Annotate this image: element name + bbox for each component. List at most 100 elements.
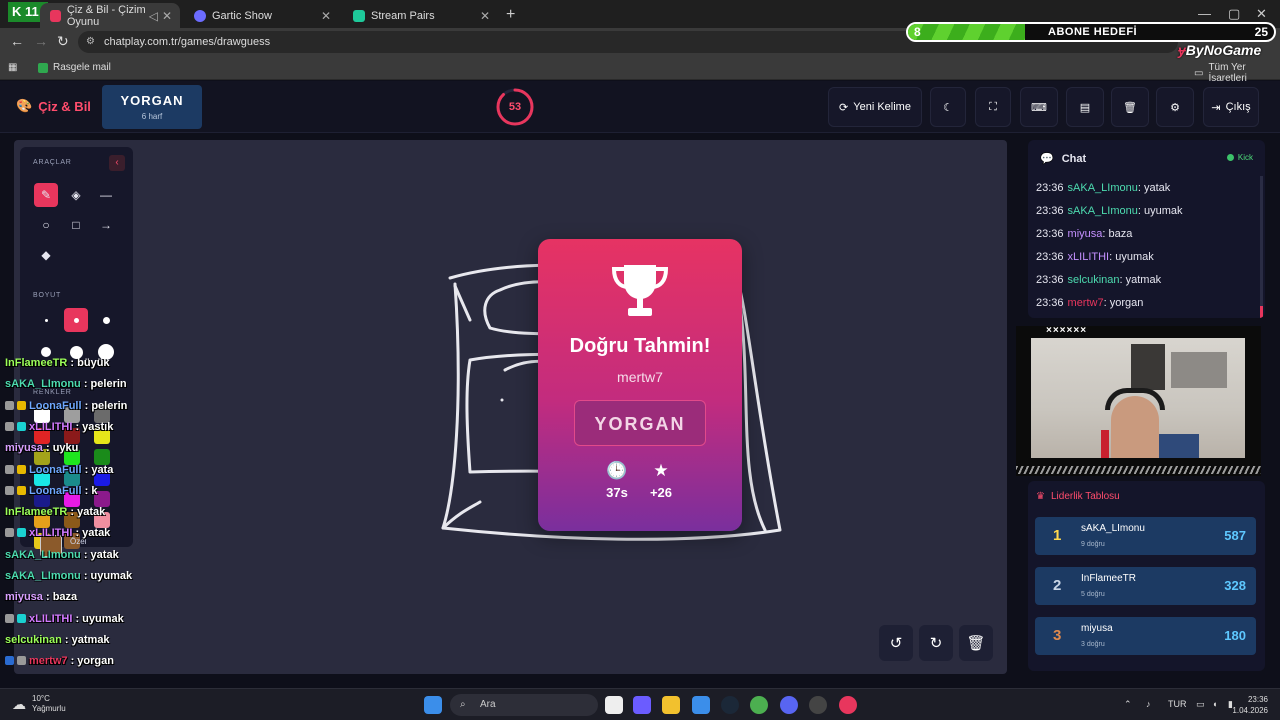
redo-button[interactable]: ↻ bbox=[919, 625, 953, 661]
microphone-tray-icon[interactable]: ♪ bbox=[1146, 699, 1151, 709]
arrow-tool[interactable]: → bbox=[94, 213, 118, 237]
overlay-text: : yatak bbox=[67, 506, 106, 519]
app-badge-count: 11 bbox=[25, 4, 39, 19]
store-icon[interactable] bbox=[692, 696, 710, 714]
scroll-thumb[interactable] bbox=[1260, 306, 1263, 318]
settings-button[interactable]: ⚙ bbox=[1156, 87, 1194, 127]
forward-icon[interactable]: → bbox=[34, 33, 48, 49]
player-score: 587 bbox=[1224, 528, 1246, 543]
chat-panel: 💬 Chat Kick 23:36 sAKA_LImonu: yatak 23:36… bbox=[1028, 140, 1265, 318]
mute-icon[interactable]: ◁ bbox=[149, 9, 158, 23]
windows-start-icon[interactable] bbox=[424, 696, 442, 714]
rank-number: 2 bbox=[1053, 577, 1062, 594]
message-user[interactable]: miyusa bbox=[1068, 228, 1103, 240]
message-user[interactable]: xLILITHI bbox=[1068, 251, 1110, 263]
correct-count: 9 doğru bbox=[1081, 541, 1105, 548]
maximize-icon[interactable]: ▢ bbox=[1228, 6, 1240, 22]
line-tool[interactable]: — bbox=[94, 183, 118, 207]
windows-taskbar: ☁ 10°C Yağmurlu ⌕ Ara ⌃ ♪ TUR ▭ ◖ ▮ 23:3… bbox=[0, 688, 1280, 720]
chat-scrollbar[interactable] bbox=[1260, 176, 1263, 318]
size-dot-icon bbox=[44, 318, 48, 322]
minimize-icon[interactable]: — bbox=[1198, 6, 1211, 21]
overlay-user: miyusa bbox=[5, 442, 43, 455]
task-view-icon[interactable] bbox=[605, 696, 623, 714]
obs-icon[interactable] bbox=[809, 696, 827, 714]
brand-logo[interactable]: 🎨 Çiz & Bil bbox=[16, 98, 91, 114]
tab-ciz-bil[interactable]: Çiz & Bil - Çizim Oyunu ◁ ✕ bbox=[40, 3, 180, 28]
overlay-user: miyusa bbox=[5, 591, 43, 604]
app-icon[interactable] bbox=[839, 696, 857, 714]
chat-message: 23:36 mertw7: yorgan bbox=[1036, 297, 1143, 309]
player-name: sAKA_LImonu bbox=[1081, 523, 1145, 534]
clock-time: 23:36 bbox=[1247, 695, 1268, 704]
back-icon[interactable]: ← bbox=[10, 33, 24, 49]
undo-button[interactable]: ↺ bbox=[879, 625, 913, 661]
user-badge-icon bbox=[5, 528, 14, 538]
file-explorer-icon[interactable] bbox=[662, 696, 680, 714]
user-badge-icon bbox=[17, 656, 26, 666]
chat-message: 23:36 sAKA_LImonu: uyumak bbox=[1036, 205, 1183, 217]
collapse-panel-button[interactable]: ‹ bbox=[109, 155, 125, 171]
tab-gartic-show[interactable]: Gartic Show ✕ bbox=[184, 3, 339, 28]
exit-button[interactable]: ⇥ Çıkış bbox=[1203, 87, 1259, 127]
discord-icon[interactable] bbox=[780, 696, 798, 714]
chrome-icon[interactable] bbox=[750, 696, 768, 714]
steam-icon[interactable] bbox=[721, 696, 739, 714]
overlay-chat-message: LoonaFull : yata bbox=[5, 464, 113, 476]
pen-tool[interactable]: ✎ bbox=[34, 183, 58, 207]
new-tab-icon[interactable]: + bbox=[506, 6, 515, 24]
fullscreen-button[interactable]: ⛶ bbox=[975, 87, 1011, 127]
tray-chevron-icon[interactable]: ⌃ bbox=[1124, 699, 1132, 710]
overlay-text: : k bbox=[81, 484, 98, 497]
player-name: miyusa bbox=[1081, 623, 1113, 634]
keyboard-button[interactable]: ⌨ bbox=[1020, 87, 1058, 127]
folder-icon: ▭ bbox=[1194, 67, 1204, 79]
clear-canvas-button[interactable]: 🗑 bbox=[959, 625, 993, 661]
copilot-icon[interactable] bbox=[633, 696, 651, 714]
correct-count: 3 doğru bbox=[1081, 641, 1105, 648]
system-clock[interactable]: 23:36 1.04.2026 bbox=[1232, 694, 1268, 716]
archive-button[interactable]: ▤ bbox=[1066, 87, 1104, 127]
volume-icon[interactable]: ◖ bbox=[1212, 699, 1217, 709]
rectangle-tool[interactable]: □ bbox=[64, 213, 88, 237]
overlay-user: LoonaFull bbox=[29, 484, 82, 497]
close-tab-icon[interactable]: ✕ bbox=[162, 9, 172, 23]
message-user[interactable]: sAKA_LImonu bbox=[1068, 205, 1138, 217]
fill-tool[interactable]: ◆ bbox=[34, 243, 58, 267]
close-window-icon[interactable]: ✕ bbox=[1256, 6, 1267, 22]
bookmark-favicon-icon bbox=[38, 62, 48, 73]
taskbar-search[interactable]: ⌕ Ara bbox=[450, 694, 598, 716]
overlay-chat-message: sAKA_LImonu : uyumak bbox=[5, 570, 132, 582]
size-small[interactable] bbox=[34, 308, 58, 332]
square-icon: □ bbox=[72, 218, 80, 232]
apps-grid-icon[interactable]: ▦ bbox=[8, 62, 17, 73]
message-text: : yorgan bbox=[1103, 297, 1144, 309]
chat-title: Chat bbox=[1061, 152, 1087, 165]
bookmark-rasgele-mail[interactable]: Rasgele mail bbox=[38, 62, 111, 73]
site-info-icon[interactable]: ⚙ bbox=[86, 31, 95, 53]
circle-tool[interactable]: ○ bbox=[34, 213, 58, 237]
rain-cloud-icon: ☁ bbox=[12, 696, 26, 712]
url-text: chatplay.com.tr/games/drawguess bbox=[104, 36, 271, 48]
tab-stream-pairs[interactable]: Stream Pairs ✕ bbox=[343, 3, 498, 28]
message-user[interactable]: selcukinan bbox=[1068, 274, 1120, 286]
size-medium[interactable] bbox=[64, 308, 88, 332]
eraser-tool[interactable]: ◈ bbox=[64, 183, 88, 207]
new-word-button[interactable]: ⟳ Yeni Kelime bbox=[828, 87, 922, 127]
network-icon[interactable]: ▭ bbox=[1196, 699, 1205, 710]
language-indicator[interactable]: TUR bbox=[1168, 699, 1187, 709]
user-badge-icon bbox=[5, 400, 14, 410]
clear-button[interactable]: 🗑 bbox=[1111, 87, 1149, 127]
overlay-chat-message: xLILITHI : uyumak bbox=[5, 613, 124, 625]
search-placeholder: Ara bbox=[480, 699, 496, 710]
current-word-box: YORGAN 6 harf bbox=[102, 85, 202, 129]
weather-widget[interactable]: ☁ 10°C Yağmurlu bbox=[12, 694, 66, 714]
message-user[interactable]: sAKA_LImonu bbox=[1068, 182, 1138, 194]
reload-icon[interactable]: ↻ bbox=[57, 33, 69, 50]
dark-mode-button[interactable]: ☾ bbox=[930, 87, 966, 127]
size-large[interactable] bbox=[94, 308, 118, 332]
close-tab-icon[interactable]: ✕ bbox=[321, 9, 331, 23]
message-user[interactable]: mertw7 bbox=[1068, 297, 1104, 309]
overlay-chat-message: selcukinan : yatmak bbox=[5, 634, 110, 646]
close-tab-icon[interactable]: ✕ bbox=[480, 9, 490, 23]
